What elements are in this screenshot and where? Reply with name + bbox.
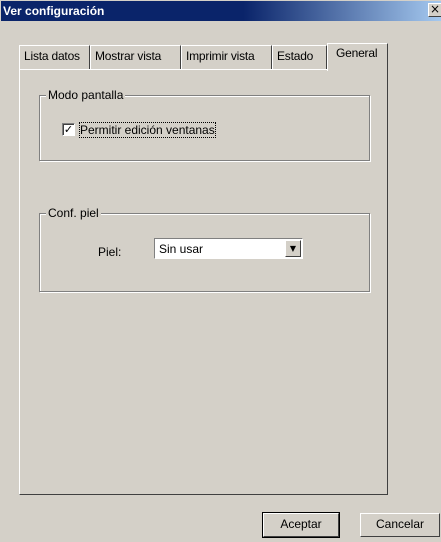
permitir-edicion-checkbox[interactable]: ✓ <box>62 123 75 136</box>
tab-general[interactable]: General <box>327 43 388 71</box>
cancelar-button[interactable]: Cancelar <box>360 513 440 537</box>
checkmark-icon: ✓ <box>63 123 74 136</box>
title-bar[interactable]: Ver configuración × <box>1 1 441 21</box>
settings-dialog: Ver configuración × Lista datos Mostrar … <box>0 0 441 542</box>
piel-selected-value: Sin usar <box>159 242 204 256</box>
close-icon[interactable]: × <box>428 3 441 17</box>
tab-mostrar-vista[interactable]: Mostrar vista <box>90 45 181 69</box>
piel-dropdown[interactable]: Sin usar ▼ <box>154 238 303 259</box>
aceptar-button[interactable]: Aceptar <box>262 512 340 538</box>
tab-estado[interactable]: Estado <box>272 45 327 69</box>
permitir-edicion-label[interactable]: Permitir edición ventanas <box>79 122 216 138</box>
tab-imprimir-vista[interactable]: Imprimir vista <box>181 45 272 69</box>
conf-piel-legend: Conf. piel <box>46 206 101 220</box>
window-title: Ver configuración <box>3 4 105 18</box>
tab-panel-general: Modo pantalla ✓ Permitir edición ventana… <box>19 69 388 495</box>
tab-lista-datos[interactable]: Lista datos <box>19 45 90 69</box>
piel-label: Piel: <box>98 245 122 259</box>
chevron-down-icon[interactable]: ▼ <box>285 240 301 257</box>
modo-pantalla-legend: Modo pantalla <box>46 88 126 102</box>
